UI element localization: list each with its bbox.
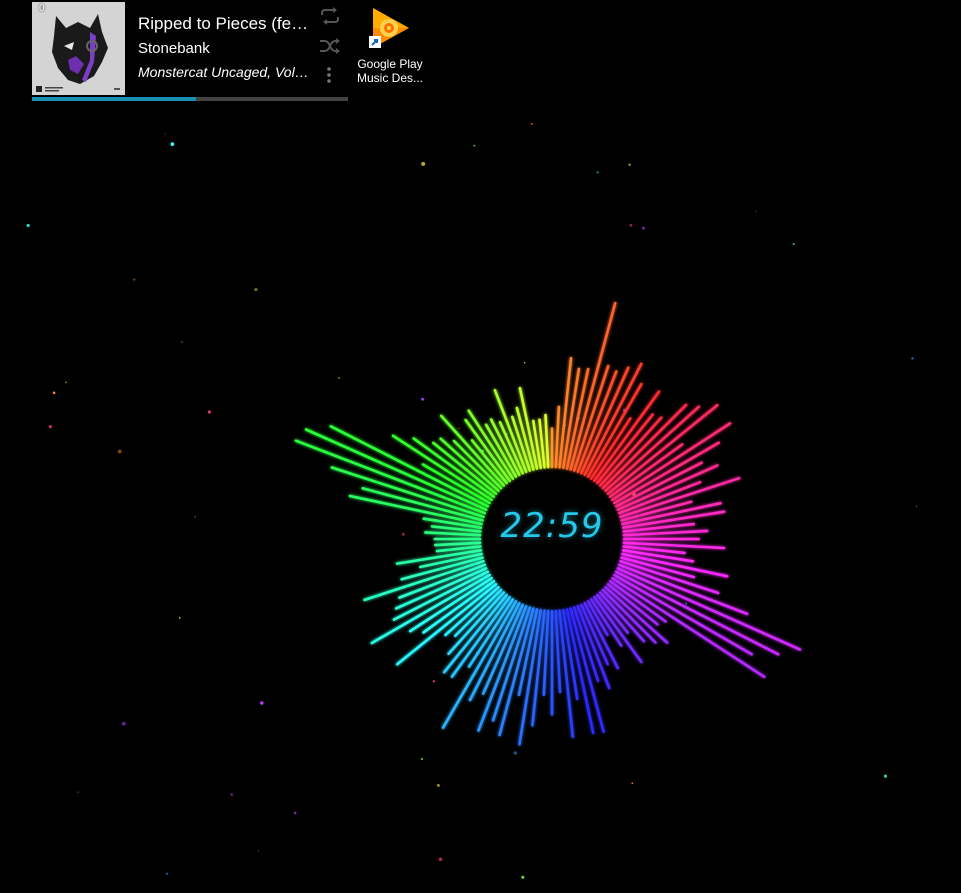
particle	[178, 617, 181, 619]
particle	[755, 210, 757, 213]
particle-field	[26, 122, 918, 879]
spectrum-bar	[604, 405, 701, 493]
particle	[293, 811, 297, 815]
particle	[521, 875, 525, 879]
track-title: Ripped to Pieces (feat. Emel) (Original …	[138, 14, 310, 33]
progress-bar[interactable]	[32, 97, 348, 101]
particle	[421, 161, 426, 166]
particle	[911, 357, 914, 360]
particle	[338, 377, 340, 379]
particle	[523, 361, 526, 364]
spectrum-bar	[616, 566, 802, 651]
particle	[642, 226, 645, 230]
track-artist: Stonebank	[138, 40, 210, 57]
monstercat-logo-icon	[32, 2, 125, 95]
particle	[513, 751, 518, 755]
more-vertical-icon	[327, 67, 331, 83]
google-play-music-icon	[369, 8, 409, 48]
particle	[432, 680, 435, 683]
particle	[26, 223, 30, 228]
particle	[164, 133, 166, 135]
shortcut-label: Google Play Music Des...	[352, 57, 428, 85]
particle	[257, 850, 259, 852]
spectrum-bar	[611, 576, 766, 679]
particle	[194, 515, 197, 518]
particle	[165, 872, 169, 875]
particle	[438, 857, 443, 862]
track-index: 0	[39, 3, 45, 14]
audio-visualizer	[26, 122, 918, 879]
particle	[77, 791, 80, 793]
particle	[52, 391, 56, 395]
particle	[230, 793, 233, 796]
spectrum-bar	[622, 529, 709, 537]
spectrum-bar	[554, 405, 561, 469]
shortcut-label-line-1: Google Play	[357, 57, 423, 71]
particle	[117, 449, 122, 454]
spectrum-bar	[498, 607, 535, 737]
spectrum-bar	[424, 531, 482, 537]
particle	[420, 757, 424, 761]
clock-display: 22:59	[500, 506, 604, 546]
spectrum-bar	[544, 413, 550, 469]
particle	[170, 142, 175, 147]
shortcut-label-line-2: Music Des...	[356, 71, 423, 85]
particle	[629, 223, 633, 227]
particle	[421, 397, 424, 401]
now-playing-widget: 0 Ripped to Pieces (feat. Emel) (Origina…	[32, 2, 348, 102]
particle	[530, 122, 533, 125]
shortcut-arrow-icon	[369, 36, 381, 48]
progress-fill	[32, 97, 197, 101]
particle	[628, 163, 631, 166]
particle	[631, 782, 634, 785]
particle	[792, 243, 795, 246]
particle	[181, 341, 183, 343]
google-play-music-shortcut[interactable]: Google Play Music Des...	[352, 6, 428, 90]
repeat-button[interactable]	[319, 7, 341, 25]
particle	[473, 144, 476, 147]
spectrum-bar	[554, 609, 562, 694]
particle	[207, 410, 211, 414]
particle	[915, 505, 918, 507]
particle	[65, 381, 67, 384]
particle	[133, 278, 136, 281]
particle	[401, 532, 405, 536]
particle	[458, 427, 460, 429]
desktop-background: 22:59 0 Ripped to Pieces (feat. Emel) (O…	[0, 0, 961, 893]
more-options-button[interactable]	[324, 65, 334, 85]
repeat-icon	[321, 7, 339, 25]
spectrum-bar	[614, 570, 780, 656]
particle	[48, 425, 52, 429]
particle	[437, 784, 440, 787]
shuffle-icon	[320, 38, 340, 54]
track-album: Monstercat Uncaged, Vol. 1	[138, 64, 310, 80]
particle	[121, 721, 126, 726]
particle	[254, 288, 258, 292]
particle	[260, 701, 264, 705]
album-art[interactable]: 0	[32, 2, 125, 95]
spectrum-bar	[542, 609, 550, 697]
spectrum-bar	[395, 582, 498, 666]
particle	[685, 602, 688, 605]
shuffle-button[interactable]	[319, 37, 341, 55]
particle	[596, 171, 599, 174]
particle	[883, 774, 888, 778]
spectrum-bar	[433, 541, 482, 547]
